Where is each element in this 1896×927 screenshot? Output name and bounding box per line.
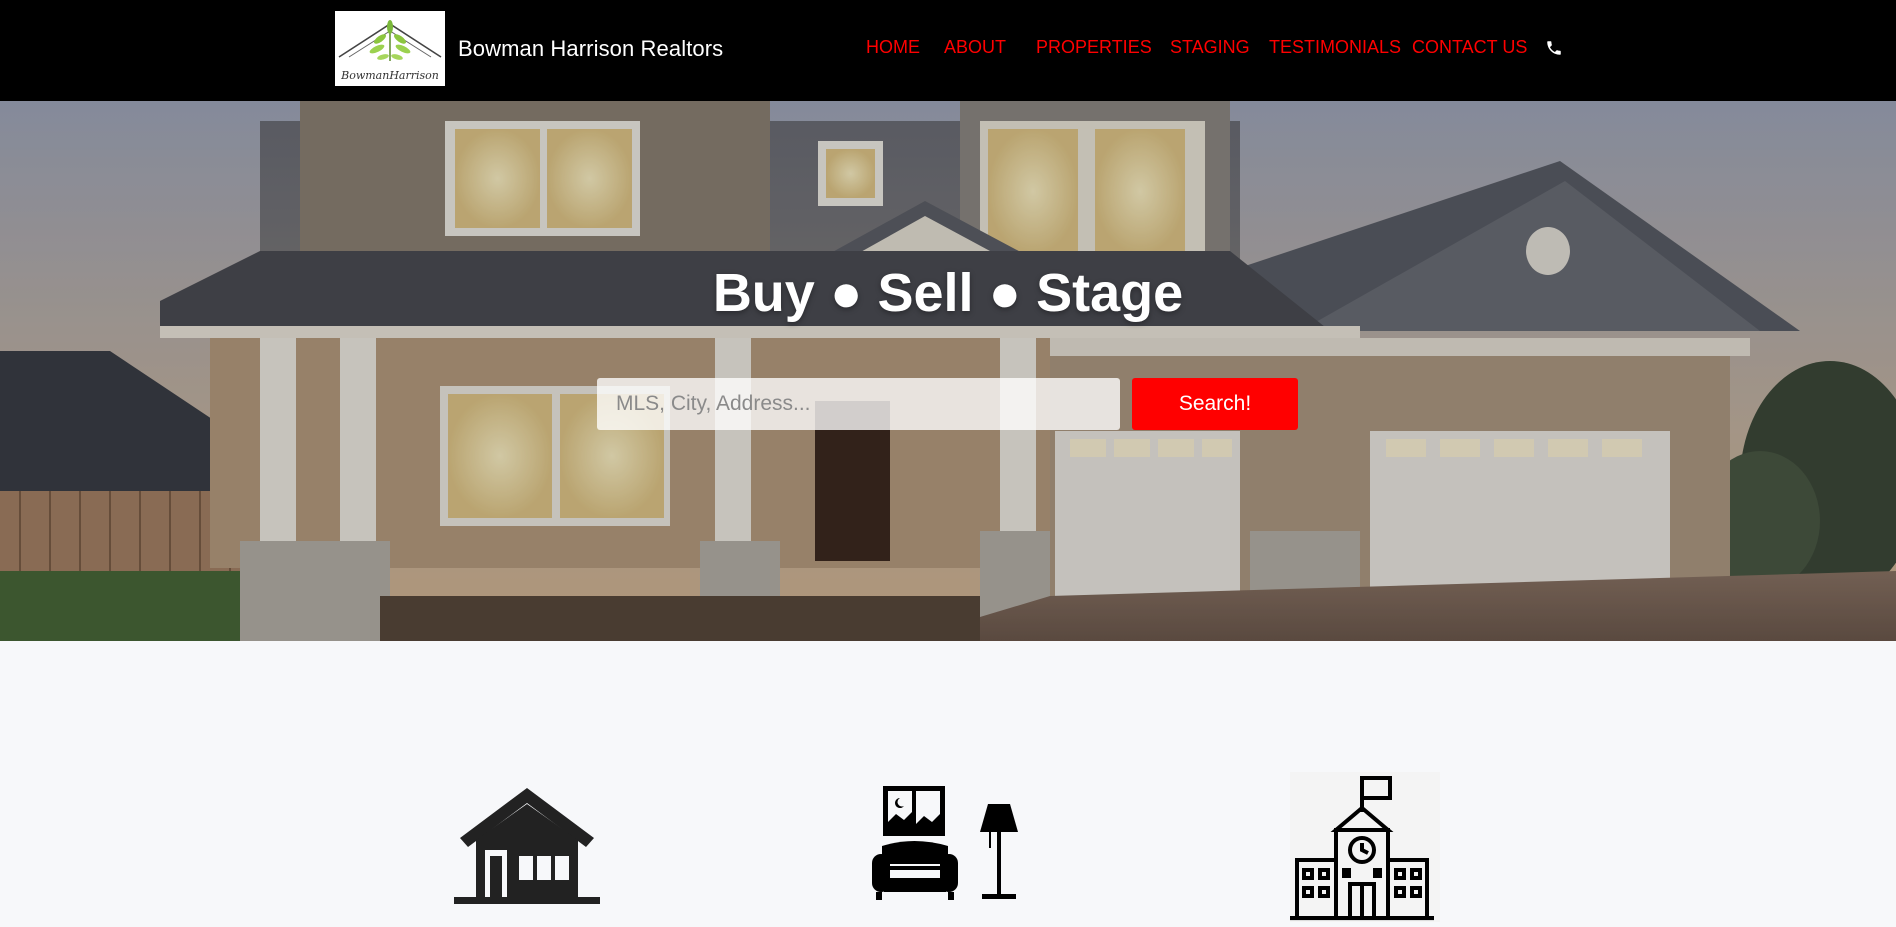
sofa-lamp-icon[interactable] xyxy=(870,784,1030,909)
nav-staging[interactable]: STAGING xyxy=(1170,37,1250,58)
school-building-icon[interactable] xyxy=(1290,772,1440,922)
phone-icon[interactable] xyxy=(1545,39,1563,57)
nav-contact-us[interactable]: CONTACT US xyxy=(1412,37,1527,58)
nav-home[interactable]: HOME xyxy=(866,37,920,58)
search-button[interactable]: Search! xyxy=(1132,378,1298,430)
hero-title: Buy ● Sell ● Stage xyxy=(712,263,1184,323)
nav-testimonials[interactable]: TESTIMONIALS xyxy=(1269,37,1401,58)
nav-properties[interactable]: PROPERTIES xyxy=(1036,37,1152,58)
hero-overlay xyxy=(0,101,1896,641)
hero-section: Buy ● Sell ● Stage Search! xyxy=(0,101,1896,641)
nav-about[interactable]: ABOUT xyxy=(944,37,1006,58)
logo-wordmark: BowmanHarrison xyxy=(341,69,439,82)
search-input[interactable] xyxy=(597,378,1120,430)
top-navbar: BowmanHarrison Bowman Harrison Realtors … xyxy=(0,0,1896,101)
main-nav: HOME ABOUT PROPERTIES STAGING TESTIMONIA… xyxy=(0,37,1896,61)
house-icon[interactable] xyxy=(452,784,602,909)
